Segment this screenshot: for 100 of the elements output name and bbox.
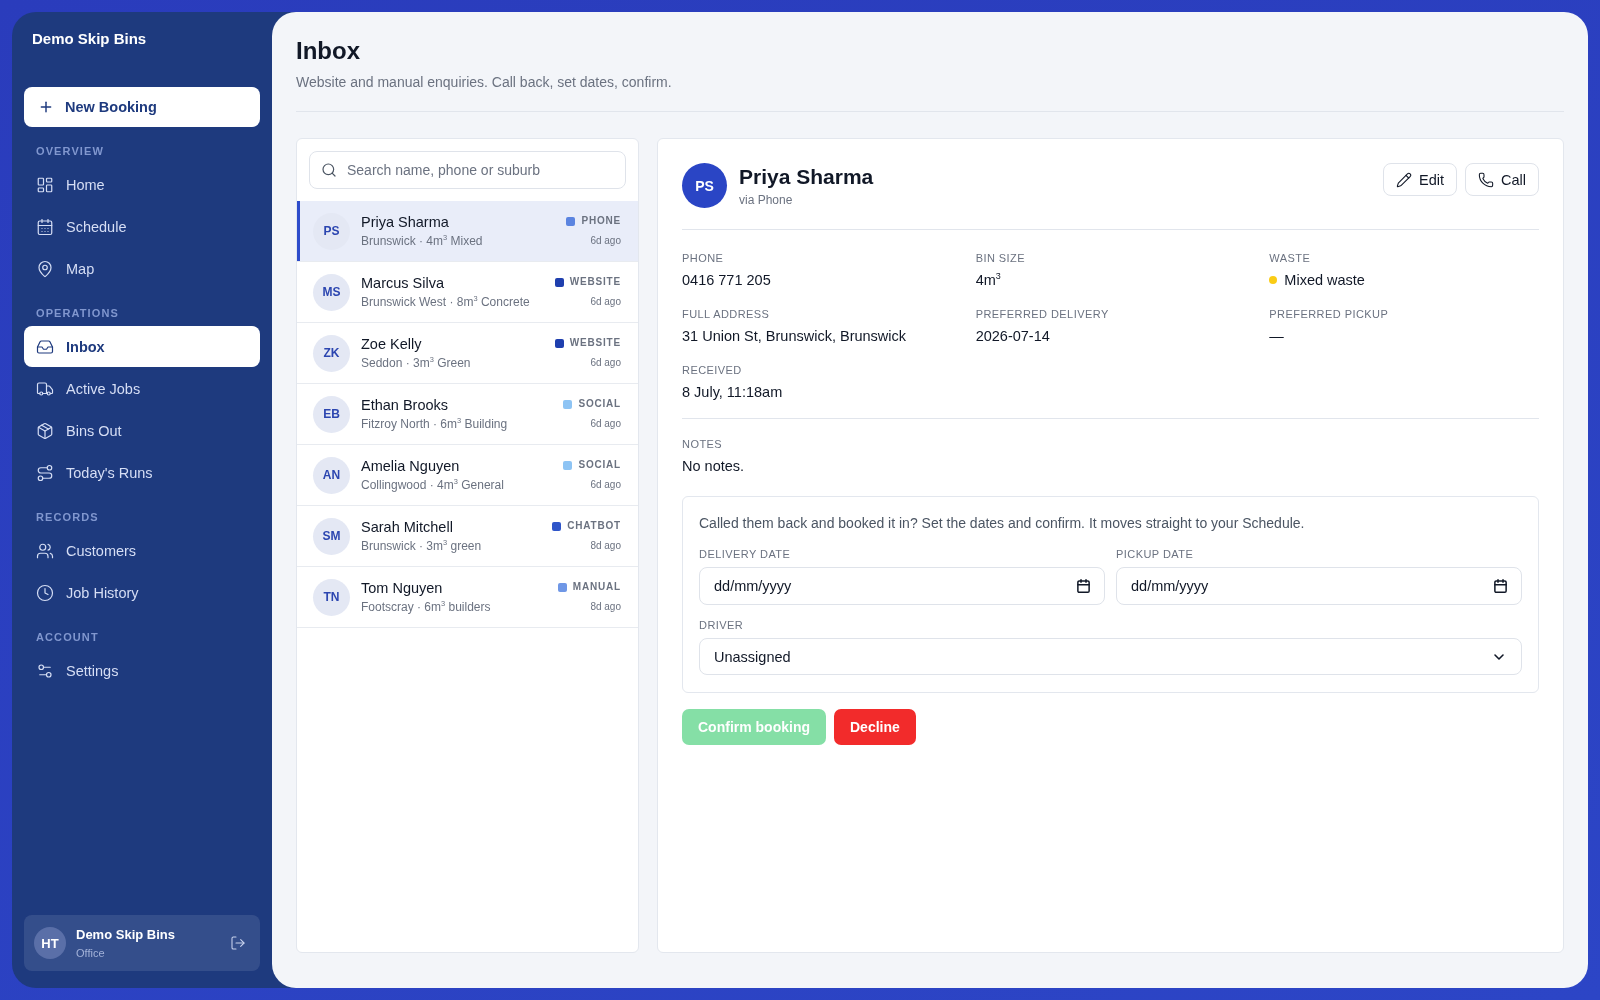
avatar: MS (313, 273, 350, 311)
enquiry-details: Brunswick · 4m$^{3}$ Mixed (361, 233, 483, 249)
section-label: OVERVIEW (36, 144, 104, 159)
date-field[interactable]: dd/mm/yyyy (699, 567, 1105, 605)
section-label: RECORDS (36, 510, 99, 525)
field-label: PICKUP DATE (1116, 547, 1194, 562)
time-ago: 8d ago (590, 600, 621, 614)
field-label: DELIVERY DATE (699, 547, 791, 562)
section-label: OPERATIONS (36, 306, 119, 321)
contact-name: Tom Nguyen (361, 579, 443, 597)
nav-item[interactable]: Home (24, 164, 260, 205)
enquiry-details: Seddon · 3m$^{3}$ Green (361, 355, 471, 371)
field-label: WASTE (1269, 251, 1311, 266)
logout-icon[interactable] (230, 935, 246, 951)
new-booking-button[interactable]: New Booking (24, 87, 260, 127)
search-field[interactable]: Search name, phone or suburb (309, 151, 626, 189)
enquiry-row[interactable]: PS Priya Sharma Brunswick · 4m$^{3}$ Mixed PHONE 6d ago (297, 201, 638, 262)
search-icon (321, 162, 337, 178)
field-label: PHONE (682, 251, 724, 266)
calendar-icon (1493, 578, 1508, 594)
contact-name: Marcus Silva (361, 274, 444, 292)
source-label: MANUAL (572, 580, 621, 594)
user-name: Demo Skip Bins (76, 925, 175, 943)
avatar: TN (313, 578, 350, 616)
decline-button[interactable]: Decline (834, 709, 916, 745)
section-label: ACCOUNT (36, 630, 99, 645)
plus-icon (38, 99, 54, 115)
source-label: PHONE (581, 214, 621, 228)
avatar: SM (313, 517, 350, 555)
page-subtitle: Website and manual enquiries. Call back, set dates, confirm. (296, 73, 672, 92)
phone-icon (1478, 171, 1494, 188)
field-value: 0416 771 205 (682, 271, 771, 290)
notes-text: No notes. (682, 457, 745, 476)
page-title: Inbox (296, 36, 360, 66)
contact-name: Zoe Kelly (361, 335, 422, 353)
time-ago: 6d ago (590, 234, 621, 248)
box-icon (36, 421, 54, 440)
enquiry-details: Footscray · 6m$^{3}$ builders (361, 599, 491, 615)
enquiry-details: Collingwood · 4m$^{3}$ General (361, 477, 504, 493)
inbox-icon (36, 337, 54, 356)
pencil-icon (1396, 171, 1412, 188)
user-role: Office (76, 945, 105, 961)
field-value: — (1269, 327, 1284, 346)
date-field[interactable]: dd/mm/yyyy (1116, 567, 1522, 605)
field-value: Mixed waste (1284, 271, 1365, 290)
nav-item[interactable]: Settings (24, 650, 260, 691)
field-label: DRIVER (699, 618, 744, 633)
field-value: 31 Union St, Brunswick, Brunswick (682, 327, 907, 346)
nav-item[interactable]: Job History (24, 572, 260, 613)
clock-icon (36, 583, 54, 602)
time-ago: 6d ago (590, 417, 621, 431)
avatar: ZK (313, 334, 350, 372)
contact-name: Amelia Nguyen (361, 457, 460, 475)
brand-name: Demo Skip Bins (32, 30, 147, 48)
avatar: PS (682, 163, 727, 208)
avatar: PS (313, 212, 350, 250)
route-icon (36, 463, 54, 482)
nav-item[interactable]: Active Jobs (24, 368, 260, 409)
enquiry-details: Brunswick · 3m$^{3}$ green (361, 538, 482, 554)
source-label: CHATBOT (567, 519, 621, 533)
map-pin-icon (36, 259, 54, 278)
contact-name: Priya Sharma (361, 213, 449, 231)
field-value: 2026-07-14 (975, 327, 1050, 346)
booking-instructions: Called them back and booked it in? Set the dates and confirm. It moves straight to your Schedule. (699, 514, 1305, 533)
contact-name: Ethan Brooks (361, 396, 449, 414)
contact-source: via Phone (739, 191, 793, 208)
avatar: HT (34, 927, 66, 959)
avatar: EB (313, 395, 350, 433)
people-icon (36, 541, 54, 560)
field-label: PREFERRED DELIVERY (975, 307, 1109, 322)
contact-name: Sarah Mitchell (361, 518, 453, 536)
field-label: RECEIVED (682, 363, 742, 378)
settings-icon (36, 661, 54, 680)
enquiry-details: Fitzroy North · 6m$^{3}$ Building (361, 416, 508, 432)
field-value: 4m$^{3}$ (975, 270, 1001, 290)
field-label: FULL ADDRESS (682, 307, 770, 322)
field-label: BIN SIZE (975, 251, 1026, 266)
nav-item[interactable]: Inbox (24, 326, 260, 367)
field-value: 8 July, 11:18am (682, 383, 783, 402)
calendar-icon (1076, 578, 1091, 594)
contact-name: Priya Sharma (739, 163, 874, 190)
source-label: SOCIAL (578, 458, 621, 472)
source-label: WEBSITE (569, 275, 621, 289)
nav-item[interactable]: Customers (24, 530, 260, 571)
edit-button[interactable]: Edit (1383, 163, 1457, 196)
nav-item[interactable]: Map (24, 248, 260, 289)
time-ago: 6d ago (590, 295, 621, 309)
enquiry-details: Brunswick West · 8m$^{3}$ Concrete (361, 294, 530, 310)
nav-item[interactable]: Today's Runs (24, 452, 260, 493)
source-label: WEBSITE (569, 336, 621, 350)
truck-icon (36, 379, 54, 398)
driver-select[interactable]: Unassigned (699, 638, 1522, 675)
call-button[interactable]: Call (1465, 163, 1539, 196)
field-label: NOTES (682, 437, 723, 452)
time-ago: 6d ago (590, 478, 621, 492)
nav-item[interactable]: Schedule (24, 206, 260, 247)
avatar: AN (313, 456, 350, 494)
nav-item[interactable]: Bins Out (24, 410, 260, 451)
field-label: PREFERRED PICKUP (1269, 307, 1389, 322)
source-label: SOCIAL (578, 397, 621, 411)
